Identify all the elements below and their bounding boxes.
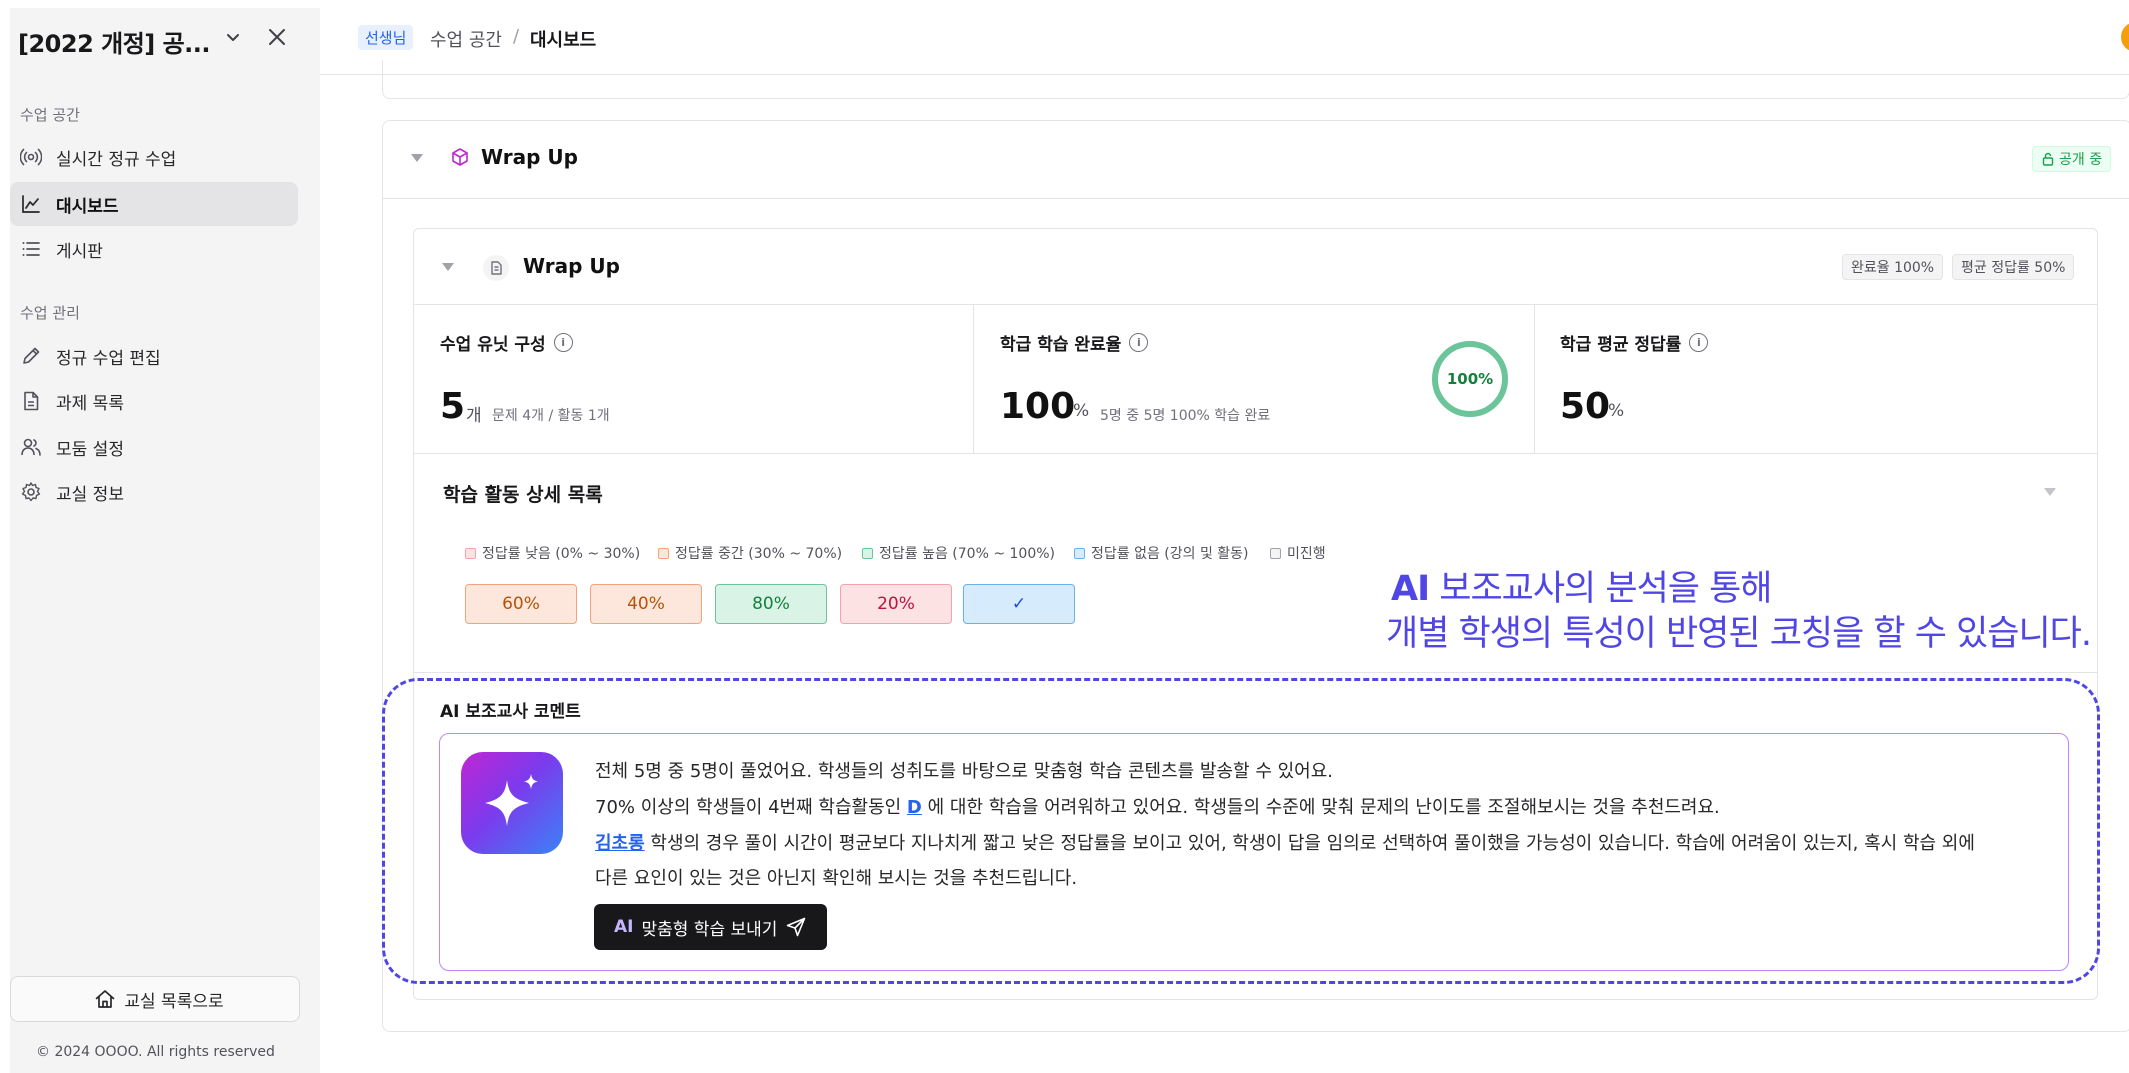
stat-title-text: 학급 평균 정답률 xyxy=(1560,335,1682,355)
sidebar-item-label: 모둠 설정 xyxy=(56,439,124,460)
stat-average-title: 학급 평균 정답률 i xyxy=(1560,330,1709,355)
stat-unit-count: 5 xyxy=(440,386,466,427)
classroom-list-label: 교실 목록으로 xyxy=(124,991,224,1012)
stat-completion-detail: 5명 중 5명 100% 학습 완료 xyxy=(1100,408,1271,424)
document-icon xyxy=(20,390,42,412)
divider xyxy=(414,304,2097,305)
chart-icon xyxy=(20,193,42,215)
activity-tile[interactable]: 60% xyxy=(465,584,577,624)
info-icon[interactable]: i xyxy=(553,333,573,352)
ring-label: 100% xyxy=(1447,370,1493,388)
divider xyxy=(414,672,2097,673)
info-icon[interactable]: i xyxy=(1129,333,1149,352)
stat-unit-count-unit: 개 xyxy=(466,406,482,426)
completion-ring: 100% xyxy=(1430,339,1510,419)
sidebar-item-groups[interactable]: 모둠 설정 xyxy=(10,425,298,469)
legend-label: 미진행 xyxy=(1287,546,1326,562)
status-badge[interactable]: 공개 중 xyxy=(2032,146,2112,172)
sidebar-item-label: 대시보드 xyxy=(56,196,119,217)
activity-detail-title: 학습 활동 상세 목록 xyxy=(443,484,603,506)
unlock-icon xyxy=(2041,152,2055,166)
divider xyxy=(973,305,974,453)
caption-text: 보조교사의 분석을 통해 xyxy=(1429,569,1772,609)
role-badge: 선생님 xyxy=(358,25,414,50)
legend-not-started: 미진행 xyxy=(1270,543,1326,563)
sidebar-item-label: 실시간 정규 수업 xyxy=(56,149,177,170)
promo-caption-line1: AI 보조교사의 분석을 통해 xyxy=(1391,560,1773,611)
info-icon[interactable]: i xyxy=(1689,333,1709,352)
stat-unit-breakdown: 문제 4개 / 활동 1개 xyxy=(492,408,610,424)
close-icon[interactable] xyxy=(266,26,288,48)
divider xyxy=(383,198,2129,199)
stat-completion-unit: % xyxy=(1073,401,1090,421)
stat-completion-title: 학급 학습 완료율 i xyxy=(1000,330,1149,355)
sidebar-item-label: 정규 수업 편집 xyxy=(56,348,161,369)
sidebar-item-assignments[interactable]: 과제 목록 xyxy=(10,379,298,423)
list-icon xyxy=(20,238,42,260)
chevron-down-icon[interactable] xyxy=(224,28,242,46)
completion-badge: 완료율 100% xyxy=(1842,254,1944,280)
activity-tile[interactable]: 80% xyxy=(715,584,827,624)
sidebar-section-class-space: 수업 공간 xyxy=(20,106,80,124)
activity-tile-check[interactable]: ✓ xyxy=(963,584,1075,624)
legend-label: 정답률 없음 (강의 및 활동) xyxy=(1091,546,1249,562)
breadcrumb-dashboard: 대시보드 xyxy=(530,30,597,51)
legend-label: 정답률 낮음 (0% ~ 30%) xyxy=(482,546,641,562)
activity-tile[interactable]: 40% xyxy=(590,584,702,624)
classroom-title[interactable]: [2022 개정] 공... xyxy=(18,24,211,59)
sidebar-section-class-management: 수업 관리 xyxy=(20,304,80,322)
legend-mid: 정답률 중간 (30% ~ 70%) xyxy=(658,543,842,563)
stat-average-unit: % xyxy=(1608,401,1625,421)
gear-icon xyxy=(20,481,42,503)
stat-completion-rate: 100 xyxy=(1000,386,1076,427)
broadcast-icon xyxy=(20,146,42,168)
cube-icon xyxy=(450,147,470,167)
unit-title: Wrap Up xyxy=(523,254,620,278)
sidebar-item-label: 과제 목록 xyxy=(56,393,124,414)
pencil-icon xyxy=(20,345,42,367)
stat-title-text: 학급 학습 완료율 xyxy=(1000,335,1122,355)
sidebar-item-edit-class[interactable]: 정규 수업 편집 xyxy=(10,334,298,378)
legend-swatch xyxy=(658,547,669,559)
previous-section-card xyxy=(382,60,2129,99)
sidebar-item-board[interactable]: 게시판 xyxy=(10,227,298,271)
sidebar-item-classroom-info[interactable]: 교실 정보 xyxy=(10,470,298,514)
section-title: Wrap Up xyxy=(481,145,578,169)
breadcrumb-separator: / xyxy=(513,26,520,47)
divider xyxy=(1534,305,1535,453)
group-icon xyxy=(20,436,42,458)
status-label: 공개 중 xyxy=(2059,152,2103,168)
classroom-list-button[interactable]: 교실 목록으로 xyxy=(10,976,300,1022)
legend-swatch xyxy=(862,547,873,559)
sidebar-item-dashboard[interactable]: 대시보드 xyxy=(10,182,298,226)
caret-down-icon[interactable] xyxy=(441,262,455,272)
stat-average-score: 50 xyxy=(1560,386,1611,427)
average-score-badge: 평균 정답률 50% xyxy=(1952,254,2075,280)
legend-swatch xyxy=(1270,547,1281,559)
legend-low: 정답률 낮음 (0% ~ 30%) xyxy=(465,543,640,563)
breadcrumb-class-space[interactable]: 수업 공간 xyxy=(430,26,502,52)
sidebar-item-label: 교실 정보 xyxy=(56,484,124,505)
stat-title-text: 수업 유닛 구성 xyxy=(440,335,546,355)
legend-label: 정답률 높음 (70% ~ 100%) xyxy=(879,546,1055,562)
legend-swatch xyxy=(465,547,476,559)
highlight-dashed-frame xyxy=(382,678,2100,984)
divider xyxy=(414,453,2097,454)
caret-down-icon[interactable] xyxy=(2043,487,2057,497)
stat-unit-composition-title: 수업 유닛 구성 i xyxy=(440,330,573,355)
caret-down-icon[interactable] xyxy=(410,153,424,163)
caption-ai: AI xyxy=(1391,569,1430,609)
sidebar-item-live-class[interactable]: 실시간 정규 수업 xyxy=(10,135,298,179)
legend-swatch xyxy=(1074,547,1085,559)
promo-caption-line2: 개별 학생의 특성이 반영된 코칭을 할 수 있습니다. xyxy=(1386,614,2092,654)
activity-tile[interactable]: 20% xyxy=(840,584,952,624)
legend-high: 정답률 높음 (70% ~ 100%) xyxy=(862,543,1055,563)
copyright: © 2024 OOOO. All rights reserved xyxy=(36,1044,275,1060)
legend-none: 정답률 없음 (강의 및 활동) xyxy=(1074,543,1249,563)
legend-label: 정답률 중간 (30% ~ 70%) xyxy=(675,546,843,562)
home-icon xyxy=(94,988,116,1010)
document-icon xyxy=(482,254,510,282)
sidebar-item-label: 게시판 xyxy=(56,241,103,262)
